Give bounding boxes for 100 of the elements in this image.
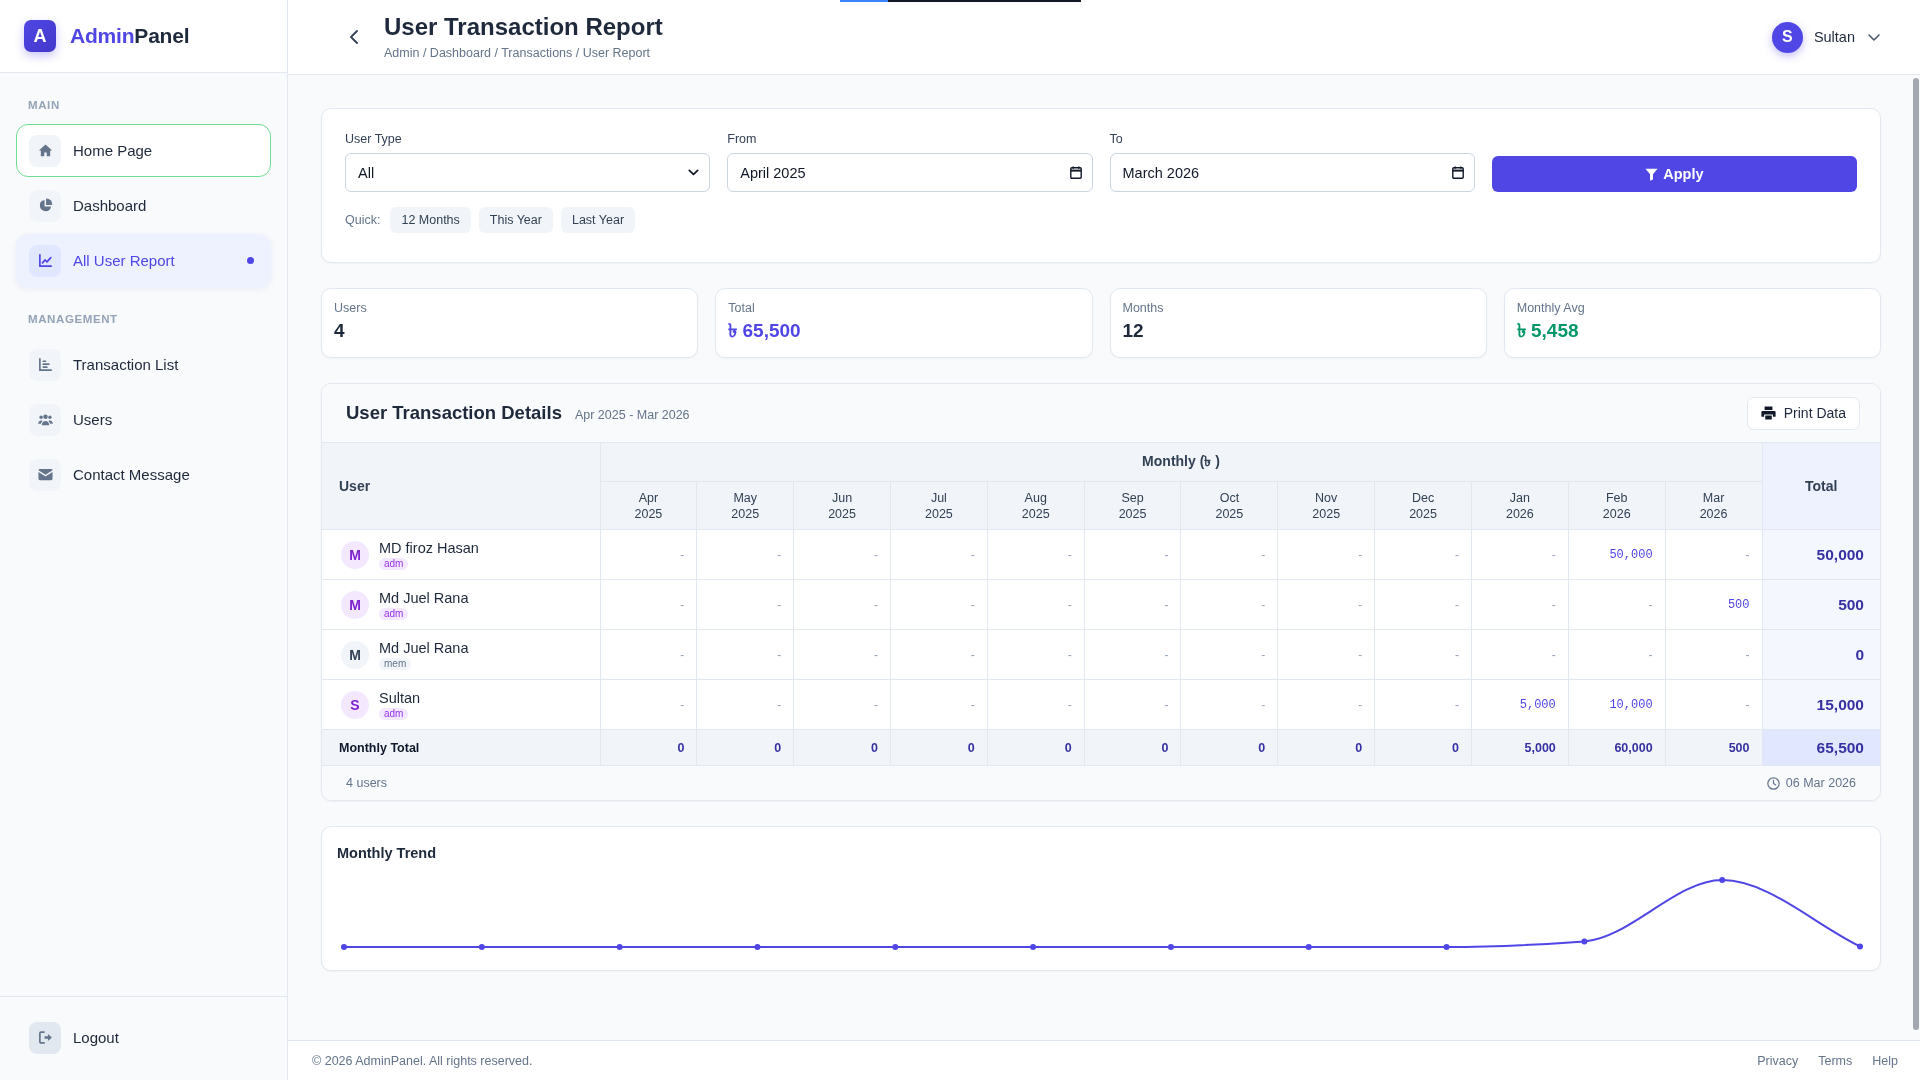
column-header: Jan 2026: [1471, 481, 1569, 530]
table-cell: 0: [1277, 729, 1375, 766]
table-cell: 0: [1084, 729, 1181, 766]
table-cell: Monthly Total: [322, 729, 600, 766]
app-logo: A: [24, 20, 56, 52]
column-header: Apr 2025: [600, 481, 697, 530]
table-cell: -: [1180, 579, 1278, 630]
table-cell: 60,000: [1568, 729, 1666, 766]
column-header: Dec 2025: [1374, 481, 1472, 530]
table-cell: -: [793, 679, 891, 730]
user-avatar: M: [341, 540, 369, 569]
pie-chart-icon: [29, 189, 61, 222]
table-cell: 5,000: [1471, 729, 1569, 766]
column-header: User: [322, 443, 600, 530]
table-cell: -: [1374, 679, 1472, 730]
column-header: Jun 2025: [793, 481, 891, 530]
table-cell: -: [793, 629, 891, 680]
user-name: Md Juel Rana: [379, 589, 469, 607]
table-cell: -: [890, 679, 988, 730]
table-cell: 5,000: [1471, 679, 1569, 730]
field-label: To: [1109, 132, 1124, 147]
date-text: 06 Mar 2026: [1785, 776, 1856, 790]
grand-total-cell: 65,500: [1762, 729, 1880, 766]
apply-button[interactable]: Apply: [1491, 156, 1857, 192]
envelope-icon: [29, 458, 61, 491]
table-cell: -: [1277, 679, 1375, 730]
print-button[interactable]: Print Data: [1746, 396, 1860, 430]
filter-icon: [1645, 167, 1659, 181]
table-cell: 0: [890, 729, 988, 766]
back-icon: [350, 30, 358, 44]
table-cell: -: [1568, 629, 1666, 680]
table-cell: -: [1665, 629, 1762, 680]
select-field[interactable]: All: [345, 153, 711, 192]
users-icon: [29, 403, 61, 436]
user-count-text: 4 users: [346, 776, 387, 790]
copyright-text: © 2026 AdminPanel. All rights reserved.: [312, 1053, 533, 1068]
table-cell: -: [1084, 679, 1181, 730]
table-cell: -: [600, 679, 697, 730]
table-cell: -: [987, 679, 1085, 730]
quick-range-button[interactable]: Last Year: [560, 207, 636, 233]
table-cell: -: [987, 529, 1085, 580]
table-cell: 0: [600, 729, 697, 766]
section-title: User Transaction Details: [346, 402, 562, 424]
row-total-cell: 500: [1762, 579, 1880, 630]
caret-icon: [688, 169, 700, 176]
caret-icon: [1868, 33, 1880, 41]
logout-icon: [29, 1021, 61, 1054]
role-badge: adm: [379, 707, 409, 720]
column-header: Oct 2025: [1180, 481, 1278, 530]
line-chart-icon: [29, 244, 61, 277]
table-cell: 50,000: [1568, 529, 1666, 580]
table-cell: -: [793, 529, 891, 580]
table-cell: -: [890, 529, 988, 580]
table-cell: -: [696, 679, 794, 730]
date-field[interactable]: April 2025: [727, 153, 1093, 192]
sidebar-item[interactable]: Users: [16, 393, 271, 446]
printer-icon: [1760, 406, 1776, 420]
sidebar-item[interactable]: All User Report: [16, 234, 271, 287]
table-cell: -: [1180, 679, 1278, 730]
table-cell: -: [696, 579, 794, 630]
footer-link[interactable]: Terms: [1818, 1053, 1853, 1068]
role-badge: adm: [379, 607, 409, 620]
column-header: Nov 2025: [1277, 481, 1375, 530]
date-field[interactable]: March 2026: [1109, 153, 1475, 192]
user-name: Md Juel Rana: [379, 639, 469, 657]
footer-link[interactable]: Help: [1872, 1053, 1898, 1068]
user-name: Sultan: [379, 689, 421, 707]
clock-icon: [1766, 776, 1780, 790]
row-total-cell: 50,000: [1762, 529, 1880, 580]
logout-button[interactable]: Logout: [16, 1011, 271, 1064]
sidebar-item[interactable]: Transaction List: [16, 338, 271, 391]
table-cell: -: [1277, 629, 1375, 680]
user-menu[interactable]: S Sultan: [1771, 21, 1880, 53]
table-cell: 10,000: [1568, 679, 1666, 730]
sidebar-item[interactable]: Home Page: [16, 124, 271, 177]
stat-label: Monthly Avg: [1516, 301, 1586, 316]
brand-name: AdminPanel: [70, 24, 190, 48]
column-header: Total: [1762, 443, 1880, 530]
table-cell: -: [1665, 679, 1762, 730]
table-cell: -: [1471, 629, 1569, 680]
column-header: Sep 2025: [1084, 481, 1181, 530]
table-cell: -: [890, 629, 988, 680]
stat-label: Months: [1122, 301, 1165, 316]
quick-range-button[interactable]: This Year: [478, 207, 553, 233]
column-header: May 2025: [696, 481, 794, 530]
table-cell: -: [1568, 579, 1666, 630]
table-cell: -: [1277, 579, 1375, 630]
quick-range-button[interactable]: 12 Months: [390, 207, 471, 233]
table-cell: -: [890, 579, 988, 630]
column-header: Aug 2025: [987, 481, 1085, 530]
table-cell: 0: [696, 729, 794, 766]
table-cell: -: [987, 579, 1085, 630]
user-avatar: S: [341, 690, 369, 719]
footer-link[interactable]: Privacy: [1757, 1053, 1799, 1068]
table-cell: -: [1471, 579, 1569, 630]
scrollbar-thumb[interactable]: [1913, 78, 1919, 1030]
table-cell: 0: [1180, 729, 1278, 766]
sidebar-item[interactable]: Contact Message: [16, 448, 271, 501]
table-cell: -: [987, 629, 1085, 680]
sidebar-item[interactable]: Dashboard: [16, 179, 271, 232]
